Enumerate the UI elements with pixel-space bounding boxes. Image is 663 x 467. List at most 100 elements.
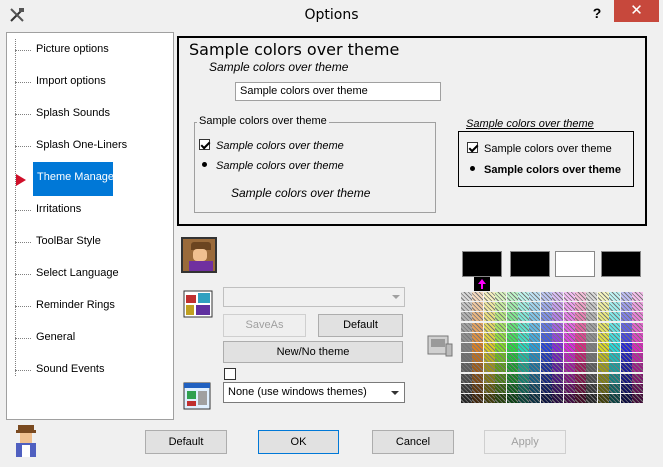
palette-cell[interactable] [461,383,472,393]
palette-cell[interactable] [483,383,495,393]
palette-cell[interactable] [495,373,507,383]
palette-cell[interactable] [472,292,484,301]
palette-cell[interactable] [575,332,586,342]
palette-cell[interactable] [540,383,552,393]
tree-item-splash-one-liners[interactable]: Splash One-Liners [15,134,165,158]
palette-cell[interactable] [506,302,518,312]
theme-select[interactable]: None (use windows themes) [223,382,405,403]
palette-cell[interactable] [563,363,575,373]
palette-cell[interactable] [472,343,484,352]
palette-cell[interactable] [563,312,575,322]
palette-cell[interactable] [609,312,621,322]
palette-cell[interactable] [632,322,643,332]
palette-cell[interactable] [609,373,621,383]
palette-cell[interactable] [472,332,484,342]
palette-cell[interactable] [461,322,472,332]
palette-cell[interactable] [472,363,484,373]
palette-cell[interactable] [540,312,552,322]
palette-cell[interactable] [586,394,598,403]
palette-cell[interactable] [529,353,541,363]
palette-cell[interactable] [529,394,541,403]
use-theme-checkbox[interactable] [224,368,236,380]
palette-cell[interactable] [461,332,472,342]
palette-cell[interactable] [461,302,472,312]
palette-cell[interactable] [620,322,632,332]
palette-cell[interactable] [597,383,609,393]
palette-cell[interactable] [483,322,495,332]
palette-cell[interactable] [632,363,643,373]
palette-cell[interactable] [563,353,575,363]
tree-item-import-options[interactable]: Import options [15,70,165,94]
palette-cell[interactable] [552,312,564,322]
palette-cell[interactable] [461,343,472,352]
palette-cell[interactable] [620,302,632,312]
avatar-icon[interactable] [181,237,217,273]
palette-cell[interactable] [495,343,507,352]
palette-cell[interactable] [552,373,564,383]
palette-cell[interactable] [609,332,621,342]
preview-radio[interactable]: Sample colors over theme [199,159,344,172]
palette-cell[interactable] [620,373,632,383]
palette-cell[interactable] [506,332,518,342]
palette-cell[interactable] [472,383,484,393]
palette-cell[interactable] [461,394,472,403]
palette-cell[interactable] [529,302,541,312]
palette-cell[interactable] [506,383,518,393]
palette-cell[interactable] [529,343,541,352]
palette-cell[interactable] [529,292,541,301]
palette-cell[interactable] [563,302,575,312]
palette-cell[interactable] [552,343,564,352]
palette-cell[interactable] [597,332,609,342]
palette-cell[interactable] [540,292,552,301]
palette-cell[interactable] [552,322,564,332]
palette-cell[interactable] [586,373,598,383]
palette-cell[interactable] [575,363,586,373]
palette-cell[interactable] [540,363,552,373]
palette-cell[interactable] [518,383,529,393]
palette-cell[interactable] [540,343,552,352]
palette-cell[interactable] [620,394,632,403]
palette-cell[interactable] [506,373,518,383]
palette-cell[interactable] [575,312,586,322]
palette-cell[interactable] [620,353,632,363]
palette-cell[interactable] [506,292,518,301]
palette-cell[interactable] [552,302,564,312]
palette-cell[interactable] [483,353,495,363]
palette-cell[interactable] [586,383,598,393]
palette-cell[interactable] [620,363,632,373]
palette-cell[interactable] [483,394,495,403]
palette-cell[interactable] [575,394,586,403]
palette-cell[interactable] [586,343,598,352]
palette-cell[interactable] [506,322,518,332]
palette-cell[interactable] [575,353,586,363]
palette-cell[interactable] [461,353,472,363]
palette-cell[interactable] [597,353,609,363]
palette-cell[interactable] [540,353,552,363]
palette-cell[interactable] [506,394,518,403]
palette-cell[interactable] [506,312,518,322]
palette-cell[interactable] [586,302,598,312]
palette-cell[interactable] [632,312,643,322]
palette-cell[interactable] [632,383,643,393]
palette-cell[interactable] [529,312,541,322]
preview-group2-checkbox[interactable]: Sample colors over theme [467,142,612,155]
palette-cell[interactable] [563,332,575,342]
palette-cell[interactable] [597,312,609,322]
palette-cell[interactable] [472,302,484,312]
palette-cell[interactable] [632,332,643,342]
palette-cell[interactable] [563,383,575,393]
palette-cell[interactable] [461,292,472,301]
palette-cell[interactable] [495,383,507,393]
palette-cell[interactable] [563,394,575,403]
color-swatch-3[interactable] [555,251,595,277]
palette-cell[interactable] [632,373,643,383]
palette-cell[interactable] [552,363,564,373]
palette-cell[interactable] [620,312,632,322]
palette-cell[interactable] [540,332,552,342]
palette-cell[interactable] [483,343,495,352]
palette-cell[interactable] [518,394,529,403]
palette-cell[interactable] [586,322,598,332]
palette-cell[interactable] [586,312,598,322]
palette-cell[interactable] [483,332,495,342]
paint-bucket-icon[interactable] [424,330,456,362]
